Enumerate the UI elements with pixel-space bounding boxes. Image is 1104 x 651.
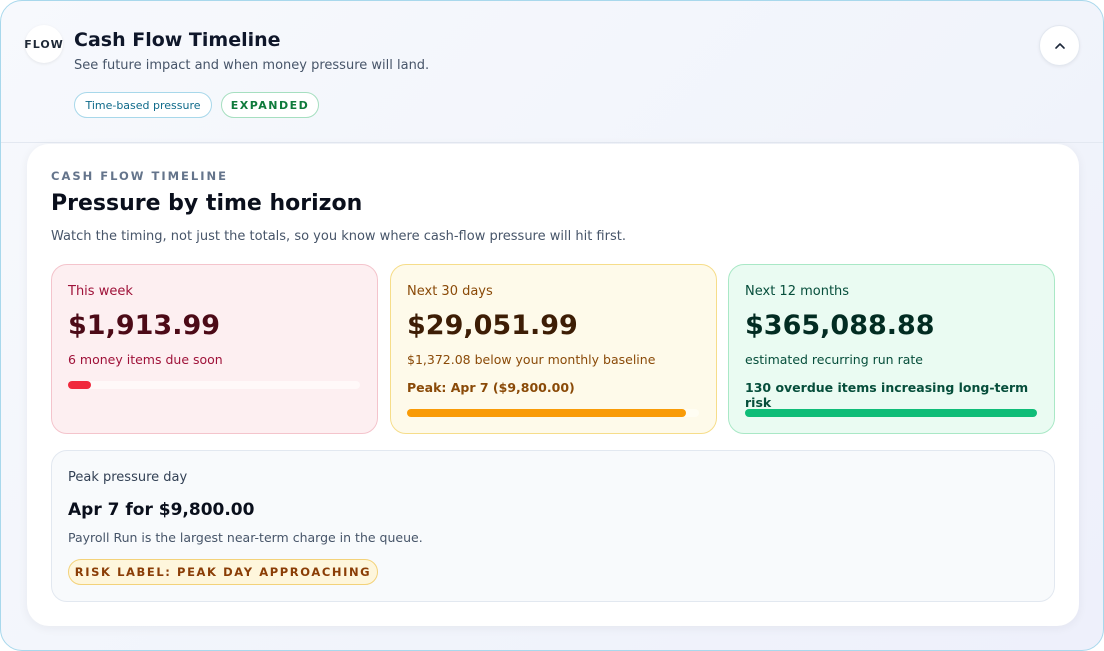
tile-risk-text: 130 overdue items increasing long-term r…: [745, 380, 1029, 410]
progress-track: [68, 381, 360, 389]
tile-label: Next 30 days: [407, 284, 493, 299]
progress-fill: [68, 381, 92, 389]
tile-amount: $1,913.99: [68, 310, 221, 341]
tile-label: Next 12 months: [745, 284, 850, 299]
next-30-days-tile: Next 30 days $29,051.99 $1,372.08 below …: [390, 264, 717, 434]
chevron-up-icon: [1054, 42, 1065, 49]
tile-subtext: $1,372.08 below your monthly baseline: [407, 352, 656, 367]
tile-amount: $29,051.99: [407, 310, 578, 341]
section-eyebrow: CASH FLOW TIMELINE: [51, 169, 228, 183]
peak-value: Apr 7 for $9,800.00: [68, 500, 255, 520]
tile-amount: $365,088.88: [745, 310, 935, 341]
timeline-card: CASH FLOW TIMELINE Pressure by time hori…: [27, 144, 1079, 626]
progress-track: [745, 409, 1037, 417]
tile-subtext: estimated recurring run rate: [745, 352, 923, 367]
section-heading: Pressure by time horizon: [51, 191, 363, 216]
tile-peak-text: Peak: Apr 7 ($9,800.00): [407, 380, 575, 395]
flow-logo: FLOW: [24, 25, 63, 63]
tile-label: This week: [68, 284, 133, 299]
this-week-tile: This week $1,913.99 6 money items due so…: [51, 264, 378, 434]
section-description: Watch the timing, not just the totals, s…: [51, 229, 626, 244]
tile-subtext: 6 money items due soon: [68, 352, 223, 367]
expanded-pill: EXPANDED: [221, 92, 319, 118]
time-based-pressure-pill: Time-based pressure: [74, 92, 212, 118]
peak-note: Payroll Run is the largest near-term cha…: [68, 530, 423, 545]
peak-label: Peak pressure day: [68, 470, 188, 485]
risk-label-badge: RISK LABEL: PEAK DAY APPROACHING: [68, 559, 378, 585]
progress-fill: [745, 409, 1037, 417]
progress-fill: [407, 409, 686, 417]
next-12-months-tile: Next 12 months $365,088.88 estimated rec…: [728, 264, 1055, 434]
panel-title: Cash Flow Timeline: [74, 29, 281, 51]
progress-track: [407, 409, 699, 417]
panel-subtitle: See future impact and when money pressur…: [74, 58, 430, 73]
peak-pressure-card: Peak pressure day Apr 7 for $9,800.00 Pa…: [51, 450, 1055, 602]
collapse-button[interactable]: [1039, 25, 1080, 66]
cash-flow-panel: FLOW Cash Flow Timeline See future impac…: [0, 0, 1104, 651]
panel-header: FLOW Cash Flow Timeline See future impac…: [1, 1, 1103, 143]
